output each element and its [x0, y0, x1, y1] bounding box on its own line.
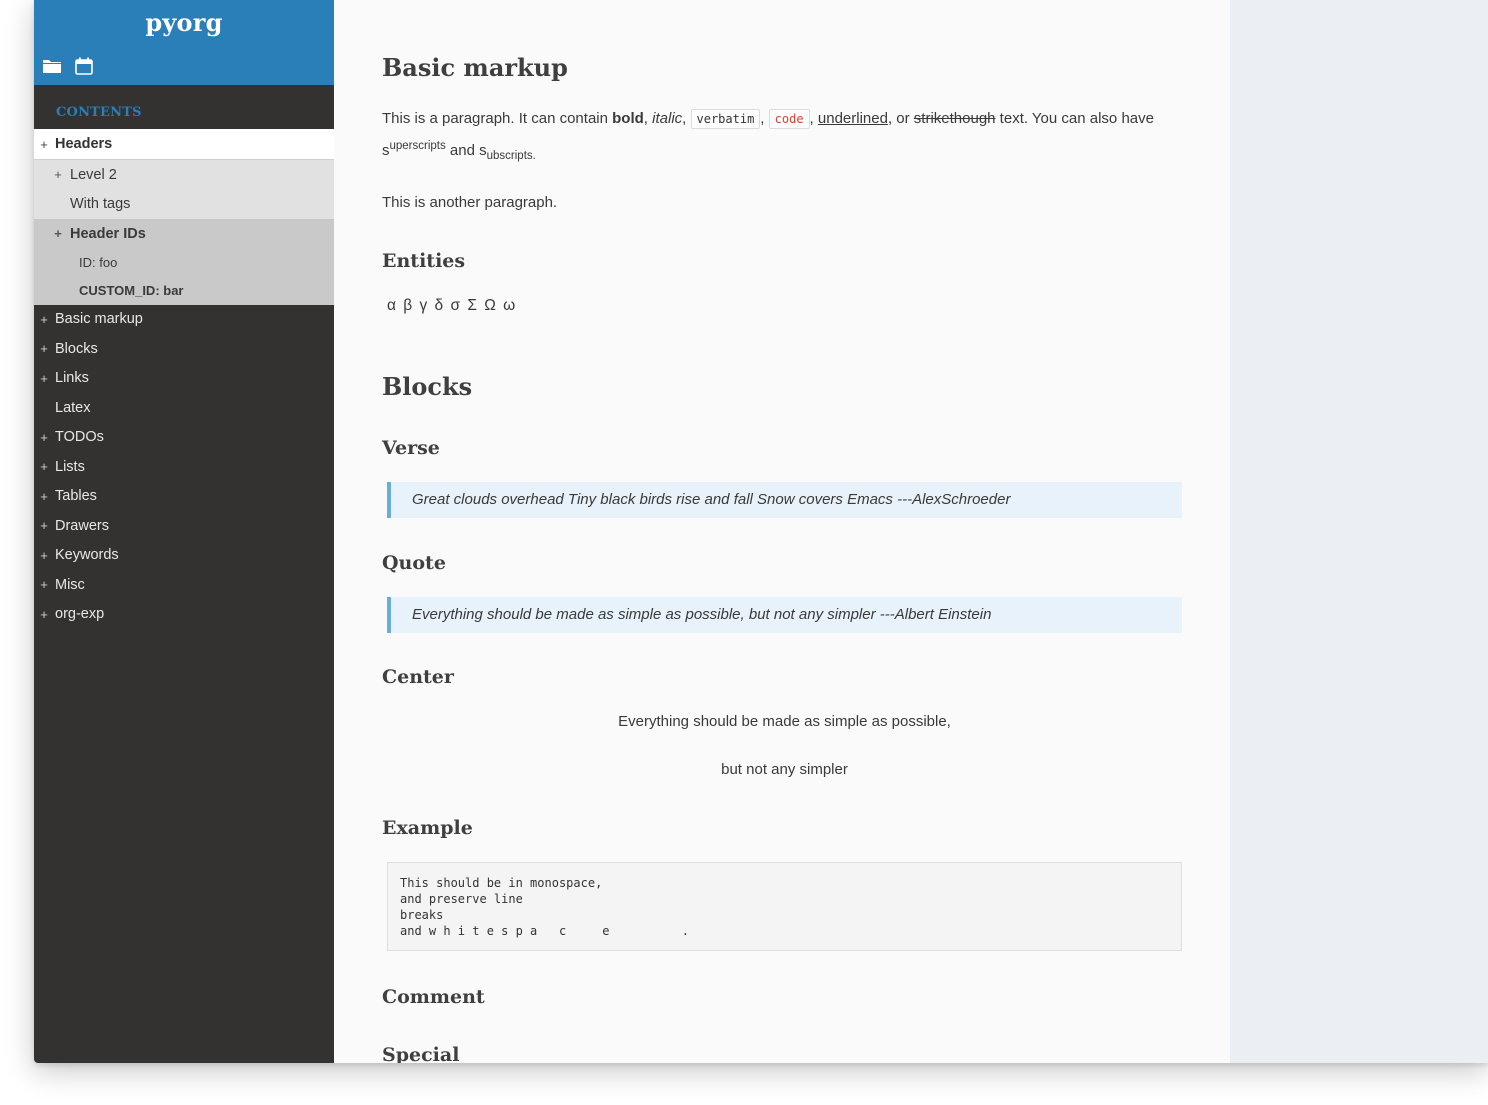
- expand-icon[interactable]: +: [52, 226, 64, 241]
- toc-item-label: Drawers: [55, 517, 109, 534]
- paragraph-markup-line2: superscripts and subscripts.: [382, 140, 536, 162]
- center-line-1: Everything should be made as simple as p…: [618, 713, 951, 730]
- toc-item-label: Headers: [55, 136, 113, 152]
- expand-icon[interactable]: +: [38, 430, 50, 445]
- expand-icon[interactable]: +: [38, 577, 50, 592]
- toc-item-keywords[interactable]: + Keywords: [34, 541, 334, 571]
- verse-block: Great clouds overhead Tiny black birds r…: [387, 482, 1182, 518]
- toc-item-label: Keywords: [55, 547, 119, 564]
- toc-item-header-ids[interactable]: + Header IDs: [34, 219, 334, 249]
- toc-list: + Headers + Level 2 With tags + Header I…: [34, 129, 334, 629]
- contents-label: CONTENTS: [56, 105, 142, 120]
- text: , or: [887, 110, 914, 127]
- quote-block: Everything should be made as simple as p…: [387, 597, 1182, 633]
- paragraph-markup: This is a paragraph. It can contain bold…: [382, 109, 1154, 129]
- heading-comment: Comment: [382, 986, 485, 1008]
- heading-example: Example: [382, 817, 473, 839]
- toc-item-links[interactable]: + Links: [34, 364, 334, 394]
- document-view: Basic markup This is a paragraph. It can…: [334, 0, 1230, 1063]
- toc-item-lists[interactable]: + Lists: [34, 452, 334, 482]
- expand-icon[interactable]: +: [38, 518, 50, 533]
- toc-item-headers[interactable]: + Headers: [34, 129, 334, 160]
- toc-item-basic-markup[interactable]: + Basic markup: [34, 305, 334, 335]
- toc-item-drawers[interactable]: + Drawers: [34, 511, 334, 541]
- strikethrough-text: strikethough: [913, 110, 996, 127]
- toc-item-label: Level 2: [70, 166, 117, 183]
- superscript-text: uperscripts: [389, 140, 446, 152]
- expand-icon[interactable]: +: [38, 137, 50, 152]
- expand-icon[interactable]: +: [38, 341, 50, 356]
- toc-item-custom-id-bar[interactable]: CUSTOM_ID: bar: [34, 276, 334, 305]
- expand-icon[interactable]: +: [52, 167, 64, 182]
- expand-icon[interactable]: +: [38, 371, 50, 386]
- header-icons: [42, 57, 94, 75]
- app-window: pyorg CONTENTS + Headers + Level 2 With …: [34, 0, 1488, 1063]
- verbatim-text: verbatim: [690, 109, 761, 129]
- toc-item-label: Header IDs: [70, 225, 146, 242]
- heading-blocks: Blocks: [382, 372, 473, 401]
- sidebar-header: pyorg: [34, 0, 334, 85]
- text: ,: [809, 110, 818, 127]
- text: text. You can also have: [995, 110, 1154, 127]
- expand-icon[interactable]: +: [38, 459, 50, 474]
- toc-item-tables[interactable]: + Tables: [34, 482, 334, 512]
- toc-item-label: Tables: [55, 488, 97, 505]
- expand-icon[interactable]: +: [38, 548, 50, 563]
- text: .: [532, 150, 536, 162]
- italic-text: italic: [652, 110, 683, 127]
- text: This is a paragraph. It can contain: [382, 110, 613, 127]
- text: s: [382, 142, 390, 159]
- toc-item-label: Misc: [55, 576, 85, 593]
- expand-icon[interactable]: +: [38, 607, 50, 622]
- toc-item-label: TODOs: [55, 429, 104, 446]
- toc-item-blocks[interactable]: + Blocks: [34, 334, 334, 364]
- toc-item-misc[interactable]: + Misc: [34, 570, 334, 600]
- toc-item-label: Latex: [55, 399, 91, 416]
- expand-icon[interactable]: +: [38, 489, 50, 504]
- toc-item-with-tags[interactable]: With tags: [34, 189, 334, 219]
- heading-entities: Entities: [382, 250, 466, 272]
- underlined-text: underlined: [817, 110, 888, 127]
- toc-item-label: Lists: [55, 458, 85, 475]
- text: and: [445, 142, 480, 159]
- toc-item-org-exp[interactable]: + org-exp: [34, 600, 334, 630]
- sidebar: pyorg CONTENTS + Headers + Level 2 With …: [34, 0, 334, 1063]
- text: ,: [682, 110, 691, 127]
- text: ,: [760, 110, 769, 127]
- toc-item-label: Basic markup: [55, 311, 143, 328]
- bold-text: bold: [612, 110, 644, 127]
- text: ubscripts: [486, 150, 533, 162]
- text: ,: [643, 110, 653, 127]
- code-text: code: [768, 109, 810, 129]
- toc-item-label: Links: [55, 370, 89, 387]
- toc-item-level-2[interactable]: + Level 2: [34, 160, 334, 190]
- example-block: This should be in monospace, and preserv…: [387, 862, 1182, 951]
- toc-item-label: With tags: [70, 196, 131, 213]
- expand-icon[interactable]: +: [38, 312, 50, 327]
- subscript-text: ubscripts.: [487, 150, 536, 162]
- heading-special: Special: [382, 1044, 460, 1063]
- paragraph-another: This is another paragraph.: [382, 194, 558, 211]
- toc-item-latex[interactable]: Latex: [34, 393, 334, 423]
- folder-icon[interactable]: [42, 57, 62, 75]
- app-title: pyorg: [145, 8, 223, 37]
- toc-item-label: org-exp: [55, 606, 105, 623]
- text: s: [479, 142, 487, 159]
- entities-text: α β γ δ σ Σ Ω ω: [387, 297, 517, 314]
- center-line-2: but not any simpler: [721, 761, 848, 778]
- heading-basic-markup: Basic markup: [382, 53, 568, 82]
- heading-quote: Quote: [382, 552, 446, 574]
- heading-verse: Verse: [382, 437, 440, 459]
- toc-item-id-foo[interactable]: ID: foo: [34, 248, 334, 277]
- heading-center: Center: [382, 666, 454, 688]
- right-pane: [1230, 0, 1488, 1063]
- toc-item-label: Blocks: [55, 340, 98, 357]
- toc-item-label: ID: foo: [79, 255, 118, 270]
- calendar-icon[interactable]: [74, 57, 94, 75]
- toc-item-label: CUSTOM_ID: bar: [79, 283, 184, 298]
- toc-item-todos[interactable]: + TODOs: [34, 423, 334, 453]
